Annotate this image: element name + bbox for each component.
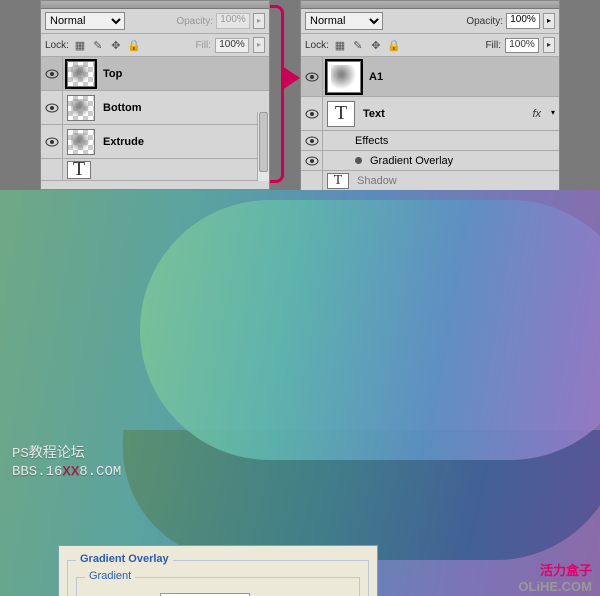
layer-row-a1[interactable]: A1 xyxy=(301,57,559,97)
extruded-shape xyxy=(80,190,600,570)
watermark-forum: PS教程论坛 BBS.16XX8.COM xyxy=(12,445,121,481)
gradient-overlay-title: Gradient Overlay xyxy=(76,553,173,565)
visibility-eye-icon[interactable] xyxy=(45,103,59,113)
lock-paint-icon[interactable]: ✎ xyxy=(351,38,365,52)
visibility-eye-icon[interactable] xyxy=(305,72,319,82)
effect-name: Gradient Overlay xyxy=(370,155,453,167)
opacity-flyout-icon[interactable]: ▸ xyxy=(253,13,265,29)
layer-name: Text xyxy=(363,108,385,120)
effects-label: Effects xyxy=(355,135,388,147)
layer-row-text[interactable]: T Text fx ▾ xyxy=(301,97,559,131)
lock-transparency-icon[interactable]: ▦ xyxy=(73,38,87,52)
panel-tabbar xyxy=(41,1,269,9)
layer-row-top[interactable]: Top xyxy=(41,57,269,91)
visibility-eye-icon[interactable] xyxy=(305,109,319,119)
layers-panel-right: Normal Opacity: 100% ▸ Lock: ▦ ✎ ✥ 🔒 Fil… xyxy=(300,0,560,190)
scrollbar-thumb[interactable] xyxy=(259,112,268,172)
shape-top-face xyxy=(140,200,600,460)
fx-expand-icon[interactable]: ▾ xyxy=(547,106,559,122)
opacity-label: Opacity: xyxy=(176,16,213,27)
fill-value[interactable]: 100% xyxy=(505,38,539,53)
layer-row-cut[interactable]: T xyxy=(41,159,269,181)
brand-en: OLiHE.COM xyxy=(518,579,592,594)
panel-header: Normal Opacity: 100% ▸ xyxy=(41,9,269,34)
layer-thumbnail-text[interactable]: T xyxy=(327,101,355,127)
lock-label: Lock: xyxy=(45,40,69,51)
scrollbar[interactable] xyxy=(257,112,269,181)
brand-cn: 活力盒子 xyxy=(518,560,592,579)
layer-thumbnail-text[interactable]: T xyxy=(67,161,91,179)
panel-header: Normal Opacity: 100% ▸ xyxy=(301,9,559,34)
opacity-flyout-icon[interactable]: ▸ xyxy=(543,13,555,29)
watermark-line2: BBS.16XX8.COM xyxy=(12,463,121,481)
visibility-eye-icon[interactable] xyxy=(45,137,59,147)
fill-label: Fill: xyxy=(485,40,501,51)
lock-position-icon[interactable]: ✥ xyxy=(109,38,123,52)
layer-thumbnail[interactable] xyxy=(327,61,361,93)
visibility-eye-icon[interactable] xyxy=(305,156,319,166)
effect-gradient-overlay-row[interactable]: Gradient Overlay xyxy=(301,151,559,171)
watermark-line1: PS教程论坛 xyxy=(12,445,121,463)
layer-thumbnail[interactable] xyxy=(67,129,95,155)
lock-all-icon[interactable]: 🔒 xyxy=(127,38,141,52)
lock-position-icon[interactable]: ✥ xyxy=(369,38,383,52)
lock-all-icon[interactable]: 🔒 xyxy=(387,38,401,52)
effect-bullet-icon xyxy=(355,157,362,164)
fx-badge[interactable]: fx xyxy=(532,108,541,120)
layers-list: A1 T Text fx ▾ Effects Gradient Overlay xyxy=(301,57,559,191)
layer-name: Shadow xyxy=(357,175,397,187)
fill-value[interactable]: 100% xyxy=(215,38,249,53)
lock-label: Lock: xyxy=(305,40,329,51)
gradient-overlay-fieldset: Gradient Overlay Gradient Blend Mode: Ov… xyxy=(67,560,369,596)
opacity-value[interactable]: 100% xyxy=(216,13,250,29)
visibility-eye-icon[interactable] xyxy=(45,69,59,79)
blend-mode-select[interactable]: Normal xyxy=(305,12,383,30)
layer-thumbnail-text[interactable]: T xyxy=(327,173,349,189)
lock-row: Lock: ▦ ✎ ✥ 🔒 Fill: 100% ▸ xyxy=(41,34,269,57)
blend-mode-select[interactable]: Normal xyxy=(45,12,125,30)
gradient-group: Gradient Blend Mode: Overlay Opacity: % … xyxy=(76,577,360,596)
layer-name: Extrude xyxy=(103,136,144,148)
tutorial-top-region: Normal Opacity: 100% ▸ Lock: ▦ ✎ ✥ 🔒 Fil… xyxy=(0,0,600,190)
merge-arrow-icon xyxy=(282,66,300,90)
layer-thumbnail[interactable] xyxy=(67,95,95,121)
layer-name: A1 xyxy=(369,71,383,83)
layers-panel-left: Normal Opacity: 100% ▸ Lock: ▦ ✎ ✥ 🔒 Fil… xyxy=(40,0,270,190)
effects-row[interactable]: Effects xyxy=(301,131,559,151)
opacity-label: Opacity: xyxy=(466,16,503,27)
gradient-group-title: Gradient xyxy=(85,570,135,582)
layer-name: Bottom xyxy=(103,102,142,114)
fill-flyout-icon[interactable]: ▸ xyxy=(253,37,265,53)
layers-list: Top Bottom Extrude T xyxy=(41,57,269,181)
panel-tabbar xyxy=(301,1,559,9)
artwork-preview: PS教程论坛 BBS.16XX8.COM 活力盒子 OLiHE.COM Grad… xyxy=(0,190,600,596)
fill-label: Fill: xyxy=(195,40,211,51)
merge-bracket-annotation xyxy=(270,5,284,183)
watermark-brand: 活力盒子 OLiHE.COM xyxy=(518,560,592,594)
lock-transparency-icon[interactable]: ▦ xyxy=(333,38,347,52)
layer-row-bottom[interactable]: Bottom xyxy=(41,91,269,125)
layer-row-extrude[interactable]: Extrude xyxy=(41,125,269,159)
lock-paint-icon[interactable]: ✎ xyxy=(91,38,105,52)
visibility-eye-icon[interactable] xyxy=(305,136,319,146)
layer-thumbnail[interactable] xyxy=(67,61,95,87)
layer-row-shadow[interactable]: T Shadow xyxy=(301,171,559,191)
fill-flyout-icon[interactable]: ▸ xyxy=(543,37,555,53)
opacity-value[interactable]: 100% xyxy=(506,13,540,29)
gradient-overlay-dialog: Gradient Overlay Gradient Blend Mode: Ov… xyxy=(58,545,378,596)
layer-name: Top xyxy=(103,68,122,80)
lock-row: Lock: ▦ ✎ ✥ 🔒 Fill: 100% ▸ xyxy=(301,34,559,57)
